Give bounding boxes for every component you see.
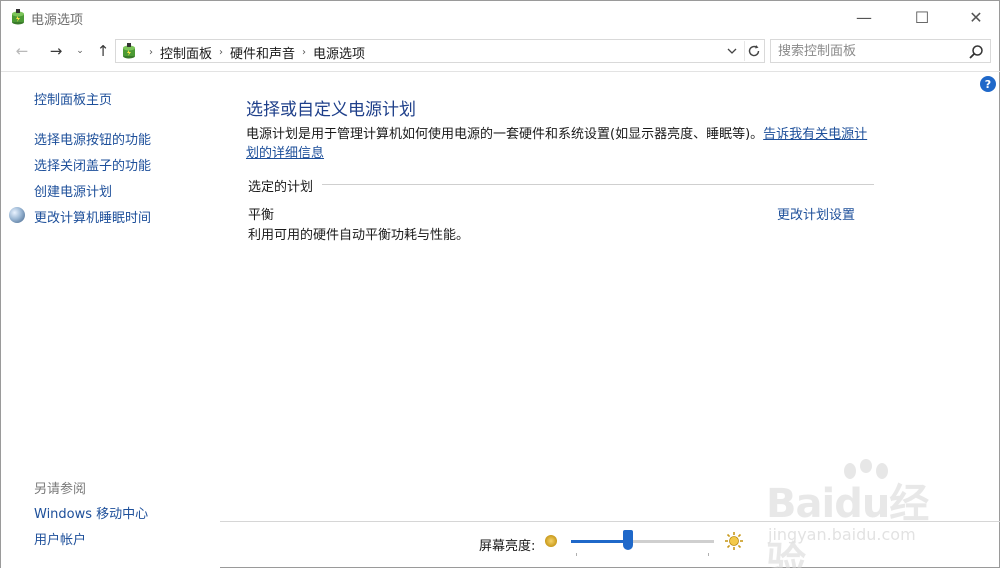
brightness-slider-fill [571,540,629,543]
minimize-button[interactable]: — [841,1,887,33]
plan-name-balanced: 平衡 [248,208,275,223]
title-bar: 电源选项 — ☐ ✕ [1,1,1000,33]
see-also-mobility-center-link[interactable]: Windows 移动中心 [34,503,148,522]
brightness-label: 屏幕亮度: [479,539,536,554]
change-plan-settings-link[interactable]: 更改计划设置 [777,204,855,223]
see-also-user-accounts-link[interactable]: 用户帐户 [34,529,86,548]
search-box[interactable] [770,39,991,63]
sidebar-item-change-sleep-time[interactable]: 更改计算机睡眠时间 [34,207,151,226]
chevron-right-icon[interactable]: › [302,47,306,58]
selected-plan-heading: 选定的计划 [248,180,314,195]
back-button[interactable]: ← [11,41,33,61]
control-panel-icon [123,43,135,59]
refresh-button[interactable] [744,41,762,61]
search-icon[interactable] [968,44,984,60]
search-input[interactable] [771,40,961,62]
sidebar-item-power-button-function[interactable]: 选择电源按钮的功能 [34,129,151,148]
address-bar[interactable]: › 控制面板 › 硬件和声音 › 电源选项 [115,39,765,63]
sidebar: 控制面板主页 选择电源按钮的功能 选择关闭盖子的功能 创建电源计划 更改计算机睡… [1,72,220,568]
sleep-moon-icon [9,207,25,223]
bright-sun-icon [725,532,743,550]
sidebar-item-create-power-plan[interactable]: 创建电源计划 [34,181,112,200]
forward-button[interactable]: → [45,41,67,61]
up-button[interactable]: ↑ [93,41,113,61]
help-icon[interactable]: ? [980,76,996,92]
breadcrumb-hardware-sound[interactable]: 硬件和声音 [230,43,295,62]
brightness-slider-thumb[interactable] [623,530,634,550]
breadcrumb-power-options[interactable]: 电源选项 [313,43,365,62]
maximize-button[interactable]: ☐ [899,1,945,33]
control-panel-home-link[interactable]: 控制面板主页 [34,89,112,108]
watermark-brand: Baidu经验 [766,481,929,568]
description-text: 电源计划是用于管理计算机如何使用电源的一套硬件和系统设置(如显示器亮度、睡眠等)… [246,127,764,142]
power-options-window: 电源选项 — ☐ ✕ ← → ⌄ ↑ › 控制面板 › 硬件和声音 › 电源选项 [0,0,1000,568]
sidebar-item-lid-close-function[interactable]: 选择关闭盖子的功能 [34,155,151,174]
watermark-url: jingyan.baidu.com [768,525,916,544]
page-title: 选择或自定义电源计划 [246,100,416,120]
slider-tick [576,553,577,556]
window-title: 电源选项 [31,13,84,28]
see-also-heading: 另请参阅 [34,482,87,497]
chevron-right-icon[interactable]: › [219,47,223,58]
brightness-slider-track[interactable] [571,540,714,543]
breadcrumb: › 控制面板 › 硬件和声音 › 电源选项 [142,43,365,62]
chevron-right-icon[interactable]: › [149,47,153,58]
chevron-down-icon [727,48,737,54]
baidu-jingyan-watermark: Baidu经验 jingyan.baidu.com [756,459,966,568]
page-description: 电源计划是用于管理计算机如何使用电源的一套硬件和系统设置(如显示器亮度、睡眠等)… [246,125,878,163]
power-options-icon [12,9,24,25]
address-dropdown-button[interactable] [724,42,740,60]
close-button[interactable]: ✕ [953,1,999,33]
refresh-icon [748,45,759,57]
slider-tick [708,553,709,556]
recent-locations-dropdown[interactable]: ⌄ [73,41,87,61]
breadcrumb-control-panel[interactable]: 控制面板 [160,43,212,62]
plan-description: 利用可用的硬件自动平衡功耗与性能。 [248,228,470,243]
group-divider [322,184,874,185]
dim-sun-icon [545,535,557,547]
